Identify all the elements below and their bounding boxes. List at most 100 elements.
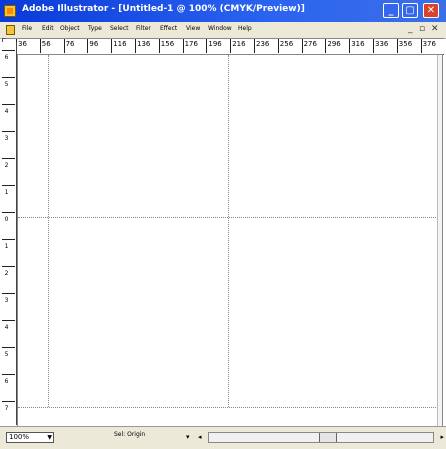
status-bar: 100% ▼ Sel: Origin ▾ ◂ ▸ <box>0 426 446 449</box>
minimize-button[interactable]: _ <box>383 3 399 18</box>
ruler-label: 196 <box>208 40 222 48</box>
ruler-label: 76 <box>65 40 75 48</box>
ruler-tick <box>2 131 15 132</box>
ruler-tick <box>2 347 15 348</box>
menu-filter[interactable]: Filter <box>136 25 151 32</box>
ruler-label: 1 <box>4 243 9 250</box>
ruler-label: 96 <box>89 40 99 48</box>
doc-close-button[interactable]: ✕ <box>431 24 439 35</box>
ruler-tick <box>2 158 15 159</box>
ruler-tick <box>396 39 398 53</box>
doc-minimize-button[interactable]: _ <box>408 24 413 35</box>
ruler-label: 4 <box>4 108 9 115</box>
horizontal-ruler[interactable]: 36 56 76 96 116 136 156 176 196 216 236 256 276 296 31… <box>6 38 444 55</box>
menu-edit[interactable]: Edit <box>42 25 54 32</box>
ruler-label: 376 <box>422 40 436 48</box>
scroll-left-arrow[interactable]: ◂ <box>198 433 202 441</box>
ruler-tick <box>277 39 279 53</box>
ruler-label: 56 <box>41 40 51 48</box>
title-bar: Adobe Illustrator - [Untitled-1 @ 100% (… <box>0 0 446 23</box>
ruler-tick <box>2 239 15 240</box>
menu-window[interactable]: Window <box>208 25 232 32</box>
page-tile-horizontal <box>18 217 438 218</box>
ruler-label: 156 <box>160 40 175 48</box>
ruler-label: 2 <box>4 270 9 277</box>
illustrator-icon[interactable] <box>4 5 16 17</box>
ruler-tick <box>325 39 327 53</box>
window-title: Adobe Illustrator - [Untitled-1 @ 100% (… <box>22 4 305 14</box>
ruler-label: 6 <box>4 54 9 61</box>
menu-select[interactable]: Select <box>110 25 129 32</box>
ruler-tick <box>2 50 15 51</box>
horizontal-scrollbar[interactable] <box>208 432 434 443</box>
menu-object[interactable]: Object <box>60 25 80 32</box>
ruler-tick <box>2 185 15 186</box>
ruler-label: 3 <box>4 135 9 142</box>
ruler-label: 296 <box>327 40 341 48</box>
ruler-label: 1 <box>4 189 9 196</box>
menu-view[interactable]: View <box>186 25 200 32</box>
vertical-scrollbar[interactable] <box>437 55 442 426</box>
ruler-tick <box>158 39 160 53</box>
ruler-tick <box>2 77 15 78</box>
ruler-label: 6 <box>4 378 9 385</box>
menu-type[interactable]: Type <box>88 25 102 32</box>
document-icon[interactable] <box>6 25 15 35</box>
zoom-value: 100% <box>9 433 30 441</box>
vertical-ruler[interactable]: 6 5 4 3 2 1 0 1 2 3 4 5 6 7 <box>2 42 17 425</box>
ruler-tick <box>111 39 113 53</box>
ruler-tick <box>301 39 303 53</box>
status-menu-arrow[interactable]: ▾ <box>186 433 190 441</box>
ruler-tick <box>135 39 136 53</box>
chevron-down-icon[interactable]: ▼ <box>47 433 52 442</box>
ruler-tick <box>63 39 65 53</box>
ruler-label: 4 <box>4 324 9 331</box>
ruler-tick <box>2 293 15 294</box>
ruler-label: 136 <box>137 40 151 48</box>
ruler-label: 316 <box>351 40 365 48</box>
ruler-label: 3 <box>4 297 9 304</box>
ruler-label: 176 <box>184 40 198 48</box>
ruler-label: 116 <box>113 40 127 48</box>
page-margin-left <box>48 55 49 407</box>
menu-help[interactable]: Help <box>238 25 252 32</box>
doc-restore-button[interactable]: ▫ <box>419 24 425 35</box>
ruler-label: 5 <box>4 351 9 358</box>
maximize-button[interactable]: ▢ <box>402 3 418 18</box>
scroll-right-arrow[interactable]: ▸ <box>440 433 444 441</box>
ruler-label: 0 <box>4 216 9 223</box>
ruler-label: 7 <box>4 405 9 412</box>
ruler-tick <box>2 320 15 321</box>
ruler-tick <box>182 39 184 53</box>
ruler-tick <box>2 212 15 213</box>
ruler-label: 216 <box>232 40 246 48</box>
ruler-label: 336 <box>375 40 389 48</box>
ruler-tick <box>39 39 41 53</box>
ruler-tick <box>2 104 15 105</box>
ruler-tick <box>87 39 89 53</box>
ruler-label: 5 <box>4 81 9 88</box>
menu-bar: File Edit Object Type Select Filter Effe… <box>0 22 446 39</box>
ruler-label: 256 <box>279 40 294 48</box>
status-message: Sel: Origin <box>114 431 146 438</box>
ruler-tick <box>420 39 422 53</box>
ruler-label: 36 <box>18 40 27 48</box>
ruler-tick <box>254 39 255 53</box>
ruler-tick <box>349 39 351 53</box>
ruler-label: 236 <box>256 40 270 48</box>
page-margin-bottom <box>18 407 438 408</box>
page-tile-divider <box>228 55 229 407</box>
menu-file[interactable]: File <box>22 25 32 32</box>
zoom-select[interactable]: 100% ▼ <box>6 432 54 443</box>
ruler-tick <box>373 39 374 53</box>
ruler-tick <box>2 266 15 267</box>
ruler-tick <box>2 374 15 375</box>
menu-effect[interactable]: Effect <box>160 25 177 32</box>
ruler-tick <box>230 39 232 53</box>
ruler-tick <box>2 401 15 402</box>
ruler-label: 276 <box>303 40 317 48</box>
scrollbar-thumb[interactable] <box>319 433 337 442</box>
artboard-canvas[interactable] <box>17 54 443 427</box>
ruler-label: 356 <box>398 40 413 48</box>
close-button[interactable]: ✕ <box>423 3 439 18</box>
